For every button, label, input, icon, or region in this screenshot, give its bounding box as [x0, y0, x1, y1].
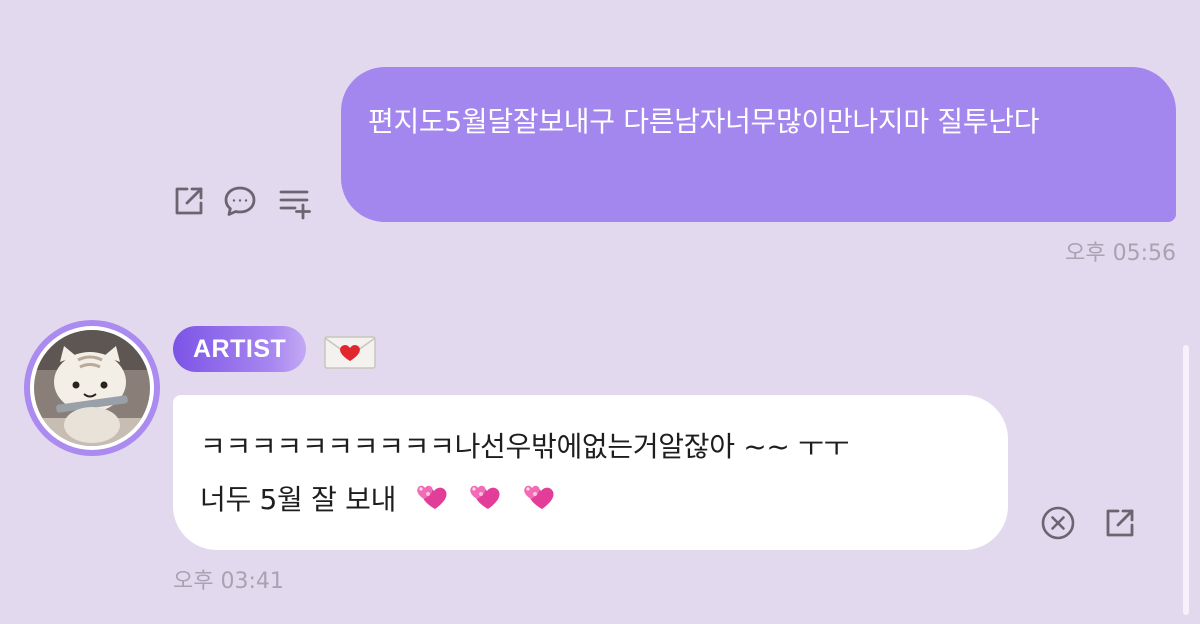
outgoing-message-bubble[interactable]: 편지도5월달잘보내구 다른남자너무많이만나지마 질투난다 [341, 67, 1176, 222]
close-circle-icon[interactable] [1041, 506, 1075, 540]
incoming-message-line-2: 너두 5월 잘 보내 [200, 473, 982, 526]
share-icon[interactable] [1103, 506, 1137, 540]
avatar[interactable] [24, 320, 160, 456]
outgoing-timestamp: 오후 05:56 [1065, 241, 1176, 266]
share-icon[interactable] [172, 184, 206, 218]
heart-letter-icon [324, 334, 376, 370]
incoming-timestamp: 오후 03:41 [173, 569, 284, 594]
scrollbar[interactable] [1183, 345, 1189, 615]
reply-icon[interactable] [223, 184, 257, 218]
add-list-icon[interactable] [278, 186, 312, 220]
avatar-image [34, 330, 150, 446]
incoming-message-bubble[interactable]: ㅋㅋㅋㅋㅋㅋㅋㅋㅋㅋ나선우밖에없는거알잖아 ~~ ㅜㅜ 너두 5월 잘 보내 [173, 395, 1008, 550]
two-hearts-icon [521, 479, 557, 515]
incoming-message-line-1: ㅋㅋㅋㅋㅋㅋㅋㅋㅋㅋ나선우밖에없는거알잖아 ~~ ㅜㅜ [200, 430, 850, 463]
two-hearts-icon [414, 479, 450, 515]
artist-badge: ARTIST [173, 326, 307, 372]
two-hearts-icon [467, 479, 503, 515]
incoming-message-line-2-text: 너두 5월 잘 보내 [200, 483, 397, 516]
outgoing-message-text: 편지도5월달잘보내구 다른남자너무많이만나지마 질투난다 [368, 105, 1040, 138]
